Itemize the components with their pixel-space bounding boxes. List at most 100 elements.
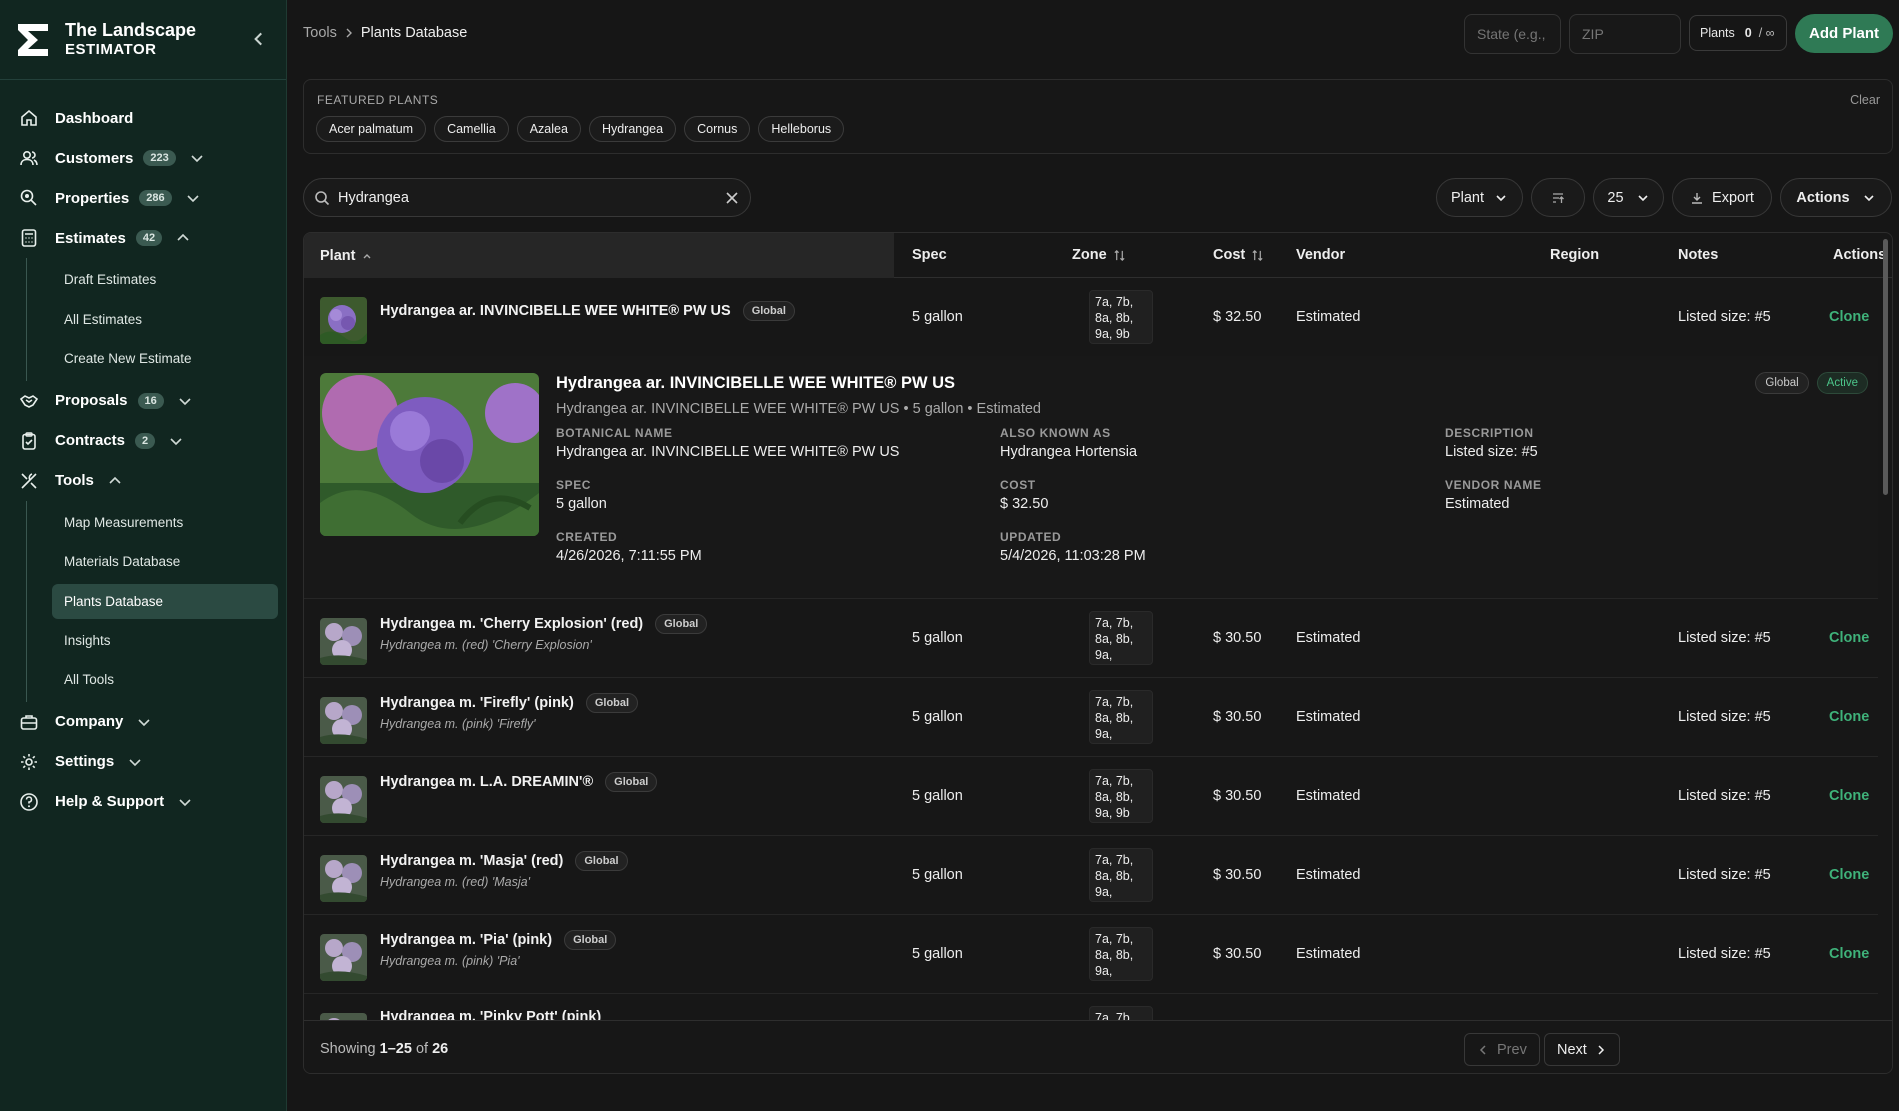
map-pin-icon bbox=[20, 189, 37, 206]
clone-button[interactable]: Clone bbox=[1829, 946, 1869, 962]
nav-map-measurements[interactable]: Map Measurements bbox=[27, 503, 286, 543]
add-plant-button[interactable]: Add Plant bbox=[1795, 14, 1893, 53]
plant-name-text: Hydrangea m. 'Firefly' (pink) bbox=[380, 695, 574, 711]
state-input[interactable] bbox=[1464, 14, 1561, 54]
featured-chip[interactable]: Acer palmatum bbox=[316, 116, 427, 142]
global-badge: Global bbox=[564, 930, 617, 950]
nav-all-tools[interactable]: All Tools bbox=[27, 660, 286, 700]
clone-button[interactable]: Clone bbox=[1829, 788, 1869, 804]
table-row[interactable]: Hydrangea ar. INVINCIBELLE WEE WHITE® PW… bbox=[304, 278, 1878, 357]
clone-button[interactable]: Clone bbox=[1829, 309, 1869, 325]
export-button[interactable]: Export bbox=[1672, 178, 1772, 217]
chevron-down-icon[interactable] bbox=[137, 715, 151, 729]
nav-contracts-label: Contracts bbox=[55, 432, 126, 449]
briefcase-icon bbox=[20, 714, 38, 730]
nav-dashboard[interactable]: Dashboard bbox=[0, 98, 286, 138]
scrollbar-thumb[interactable] bbox=[1883, 239, 1888, 495]
page-size-select[interactable]: 25 bbox=[1593, 178, 1664, 217]
cost-cell: $ 32.50 bbox=[1213, 309, 1262, 325]
table-row[interactable]: Hydrangea m. 'Firefly' (pink) Global Hydr… bbox=[304, 678, 1878, 757]
aka-value: Hydrangea Hortensia bbox=[1000, 444, 1138, 460]
vendor-name-label: VENDOR NAME bbox=[1445, 478, 1542, 492]
nav-contracts[interactable]: Contracts 2 bbox=[0, 421, 286, 461]
nav-estimates-label: Estimates bbox=[55, 229, 126, 247]
search-box[interactable]: Hydrangea bbox=[303, 178, 751, 217]
nav-company[interactable]: Company bbox=[0, 702, 286, 742]
zip-input[interactable] bbox=[1569, 14, 1681, 54]
clone-button[interactable]: Clone bbox=[1829, 867, 1869, 883]
nav-insights[interactable]: Insights bbox=[27, 621, 286, 661]
nav-create-estimate[interactable]: Create New Estimate bbox=[27, 339, 286, 379]
showing-of: of bbox=[415, 1041, 429, 1057]
plants-counter: Plants 0 / ∞ bbox=[1689, 15, 1787, 51]
chevron-up-icon[interactable] bbox=[108, 474, 122, 488]
nav-materials-database[interactable]: Materials Database bbox=[27, 542, 286, 582]
chevron-down-icon[interactable] bbox=[186, 191, 200, 205]
brand[interactable]: The Landscape ESTIMATOR bbox=[0, 0, 286, 80]
aka-label: ALSO KNOWN AS bbox=[1000, 426, 1111, 440]
type-select[interactable]: Plant bbox=[1436, 178, 1523, 217]
nav-help[interactable]: Help & Support bbox=[0, 782, 286, 822]
page-size-value: 25 bbox=[1607, 189, 1624, 206]
header-notes[interactable]: Notes bbox=[1678, 247, 1718, 263]
featured-chip[interactable]: Azalea bbox=[516, 116, 581, 142]
header-region[interactable]: Region bbox=[1550, 247, 1599, 263]
featured-chip[interactable]: Hydrangea bbox=[588, 116, 677, 142]
header-zone[interactable]: Zone bbox=[1072, 247, 1126, 263]
table-row[interactable]: Hydrangea m. L.A. DREAMIN'® Global 5 gall… bbox=[304, 757, 1878, 836]
nav-estimates[interactable]: Estimates 42 bbox=[0, 218, 286, 258]
chevron-down-icon[interactable] bbox=[178, 795, 192, 809]
vendor-cell: Estimated bbox=[1296, 788, 1361, 804]
prev-page-button[interactable]: Prev bbox=[1464, 1033, 1540, 1066]
featured-chip[interactable]: Camellia bbox=[434, 116, 509, 142]
header-vendor[interactable]: Vendor bbox=[1296, 247, 1345, 263]
description-value: Listed size: #5 bbox=[1445, 444, 1538, 460]
chevron-down-icon[interactable] bbox=[190, 151, 204, 165]
nav-plants-database[interactable]: Plants Database bbox=[52, 583, 278, 619]
search-input[interactable]: Hydrangea bbox=[338, 190, 724, 206]
chevron-down-icon[interactable] bbox=[128, 755, 142, 769]
featured-chips: Acer palmatum Camellia Azalea Hydrangea … bbox=[316, 116, 845, 142]
nav-customers-label: Customers bbox=[55, 149, 134, 167]
table-row[interactable]: Hydrangea m. 'Masja' (red) Global Hydrang… bbox=[304, 836, 1878, 915]
header-cost[interactable]: Cost bbox=[1213, 247, 1264, 263]
nav-draft-estimates[interactable]: Draft Estimates bbox=[27, 260, 286, 300]
topbar: Tools Plants Database Plants 0 / ∞ Add P… bbox=[287, 0, 1899, 68]
nav-properties[interactable]: Properties 286 bbox=[0, 178, 286, 218]
notes-cell: Listed size: #5 bbox=[1678, 309, 1771, 325]
clear-featured-button[interactable]: Clear bbox=[1850, 93, 1880, 107]
featured-chip[interactable]: Helleborus bbox=[758, 116, 845, 142]
plant-name-text: Hydrangea m. 'Pia' (pink) bbox=[380, 932, 553, 948]
nav-all-estimates[interactable]: All Estimates bbox=[27, 300, 286, 340]
nav-help-label: Help & Support bbox=[55, 793, 165, 810]
next-page-button[interactable]: Next bbox=[1544, 1033, 1620, 1066]
search-icon bbox=[315, 190, 330, 205]
vendor-cell: Estimated bbox=[1296, 867, 1361, 883]
collapse-sidebar-icon[interactable] bbox=[250, 30, 268, 48]
vendor-cell: Estimated bbox=[1296, 709, 1361, 725]
nav-tools[interactable]: Tools bbox=[0, 461, 286, 501]
chevron-down-icon[interactable] bbox=[169, 434, 183, 448]
breadcrumb-tools[interactable]: Tools bbox=[303, 25, 337, 41]
nav-customers[interactable]: Customers 223 bbox=[0, 138, 286, 178]
tools-icon bbox=[21, 472, 37, 489]
nav-settings[interactable]: Settings bbox=[0, 742, 286, 782]
clone-button[interactable]: Clone bbox=[1829, 630, 1869, 646]
nav-proposals[interactable]: Proposals 16 bbox=[0, 381, 286, 421]
clone-button[interactable]: Clone bbox=[1829, 709, 1869, 725]
table-row[interactable]: Hydrangea m. 'Cherry Explosion' (red) Glo… bbox=[304, 599, 1878, 678]
chevron-down-icon bbox=[1637, 194, 1648, 201]
actions-menu-button[interactable]: Actions bbox=[1780, 178, 1892, 217]
clear-search-icon[interactable] bbox=[724, 190, 740, 206]
table-row[interactable]: Hydrangea m. 'Pia' (pink) Global Hydrange… bbox=[304, 915, 1878, 994]
table-scrollbar[interactable] bbox=[1878, 233, 1892, 1020]
plant-name: Hydrangea ar. INVINCIBELLE WEE WHITE® PW… bbox=[380, 301, 795, 321]
header-spec[interactable]: Spec bbox=[912, 247, 947, 263]
chevron-down-icon[interactable] bbox=[178, 394, 192, 408]
prev-label: Prev bbox=[1497, 1041, 1527, 1058]
header-plant[interactable]: Plant bbox=[304, 233, 894, 278]
sort-button[interactable] bbox=[1531, 178, 1585, 217]
featured-chip[interactable]: Cornus bbox=[684, 116, 751, 142]
export-label: Export bbox=[1712, 189, 1754, 206]
chevron-up-icon[interactable] bbox=[176, 231, 190, 245]
